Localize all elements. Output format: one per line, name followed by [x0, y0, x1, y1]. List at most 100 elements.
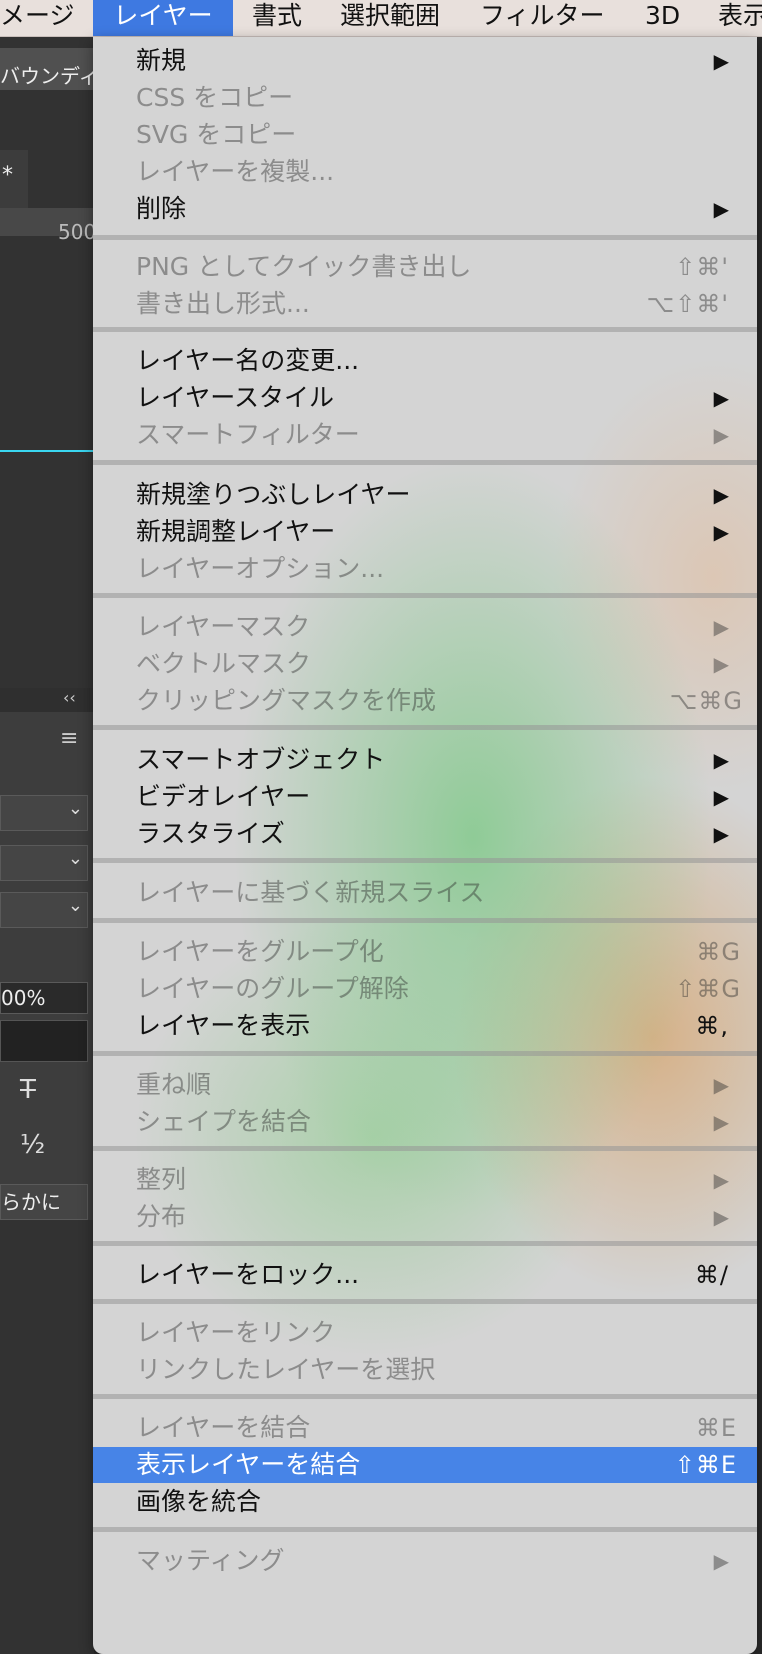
- menu-item-arrange: 重ね順 ▶: [93, 1067, 757, 1103]
- menu-item-label: レイヤーオプション...: [136, 554, 385, 583]
- menu-separator: [93, 593, 757, 598]
- menu-item-group-layers: レイヤーをグループ化 ⌘G: [93, 934, 757, 970]
- menu-item-shortcut: ⌥⌘G: [669, 687, 743, 715]
- menu-separator: [93, 460, 757, 465]
- menu-item-label: 整列: [136, 1165, 187, 1194]
- submenu-arrow-icon: ▶: [713, 520, 729, 544]
- menu-item-label: クリッピングマスクを作成: [136, 686, 437, 715]
- menu-item-label: レイヤーをグループ化: [136, 937, 384, 966]
- menubar-item-filter[interactable]: フィルター: [480, 0, 605, 36]
- menu-item-label: ラスタライズ: [136, 819, 285, 848]
- properties-panel: [0, 688, 94, 1220]
- submenu-arrow-icon: ▶: [713, 822, 729, 846]
- submenu-arrow-icon: ▶: [713, 785, 729, 809]
- menubar-item-type[interactable]: 書式: [252, 0, 302, 36]
- menu-item-layer-style[interactable]: レイヤースタイル ▶: [93, 380, 757, 416]
- menu-item-rename-layer[interactable]: レイヤー名の変更...: [93, 343, 757, 379]
- menu-item-label: レイヤー名の変更...: [136, 346, 360, 375]
- menu-item-label: 新規塗りつぶしレイヤー: [136, 480, 411, 509]
- ruler-value: 500: [58, 220, 97, 244]
- menu-item-label: 画像を統合: [136, 1487, 262, 1516]
- font-size-select[interactable]: ⌄: [0, 892, 88, 928]
- menu-item-label: レイヤーを結合: [136, 1413, 311, 1442]
- submenu-arrow-icon: ▶: [713, 1073, 729, 1097]
- menu-item-new-layer-based-slice: レイヤーに基づく新規スライス: [93, 875, 757, 911]
- chevron-down-icon: ⌄: [67, 848, 83, 869]
- menu-item-rasterize[interactable]: ラスタライズ ▶: [93, 816, 757, 852]
- menu-item-merge-visible[interactable]: 表示レイヤーを結合 ⇧⌘E: [93, 1447, 757, 1483]
- menubar-item-image[interactable]: メージ: [0, 0, 75, 36]
- font-style-select[interactable]: ⌄: [0, 845, 88, 881]
- collapse-icon[interactable]: ‹‹: [63, 688, 76, 707]
- menu-item-label: レイヤーマスク: [136, 612, 311, 641]
- menubar-item-3d[interactable]: 3D: [645, 0, 680, 36]
- menu-item-new-adjustment-layer[interactable]: 新規調整レイヤー ▶: [93, 514, 757, 550]
- menu-separator: [93, 235, 757, 240]
- menu-item-label: レイヤーを複製...: [136, 157, 335, 186]
- menu-item-lock-layers[interactable]: レイヤーをロック... ⌘/: [93, 1257, 757, 1293]
- opacity-field[interactable]: 00%: [0, 982, 88, 1014]
- menu-separator: [93, 1146, 757, 1151]
- menubar-item-view[interactable]: 表示: [718, 0, 762, 36]
- document-tab-modified-mark: *: [2, 163, 13, 188]
- menu-item-new-fill-layer[interactable]: 新規塗りつぶしレイヤー ▶: [93, 477, 757, 513]
- menu-item-flatten-image[interactable]: 画像を統合: [93, 1484, 757, 1520]
- menu-item-duplicate-layer: レイヤーを複製...: [93, 154, 757, 190]
- menu-item-show-layers[interactable]: レイヤーを表示 ⌘,: [93, 1008, 757, 1044]
- menu-item-label: レイヤースタイル: [136, 383, 335, 412]
- fraction-icon[interactable]: ½: [20, 1130, 45, 1160]
- menubar-item-layer[interactable]: レイヤー: [93, 0, 233, 36]
- panel-header: [0, 688, 94, 712]
- font-family-select[interactable]: ⌄: [0, 795, 88, 831]
- menu-item-shortcut: ⌥⇧⌘': [646, 290, 729, 318]
- menu-item-label: レイヤーに基づく新規スライス: [136, 878, 485, 907]
- menu-separator: [93, 1241, 757, 1246]
- color-swatch[interactable]: [0, 1020, 88, 1062]
- menu-item-copy-css: CSS をコピー: [93, 80, 757, 116]
- strikethrough-icon[interactable]: T: [20, 1075, 36, 1105]
- menu-item-label: レイヤーのグループ解除: [136, 974, 409, 1003]
- menu-item-matting: マッティング ▶: [93, 1543, 757, 1579]
- submenu-arrow-icon: ▶: [713, 1110, 729, 1134]
- menu-item-align: 整列 ▶: [93, 1162, 757, 1198]
- submenu-arrow-icon: ▶: [713, 197, 729, 221]
- menu-separator: [93, 918, 757, 923]
- menu-item-shortcut: ⇧⌘': [675, 253, 729, 281]
- menu-item-label: シェイプを結合: [136, 1107, 312, 1136]
- panel-menu-icon[interactable]: ≡: [60, 726, 78, 751]
- menu-separator: [93, 1051, 757, 1056]
- menu-separator: [93, 858, 757, 863]
- menu-item-shortcut: ⇧⌘E: [674, 1451, 737, 1479]
- menu-item-shortcut: ⌘/: [694, 1261, 729, 1289]
- menu-item-merge-layers: レイヤーを結合 ⌘E: [93, 1410, 757, 1446]
- menu-item-label: スマートフィルター: [136, 420, 360, 449]
- menu-item-export-as: 書き出し形式... ⌥⇧⌘': [93, 286, 757, 322]
- menu-item-label: リンクしたレイヤーを選択: [136, 1355, 436, 1384]
- submenu-arrow-icon: ▶: [713, 652, 729, 676]
- menu-item-label: レイヤーをリンク: [136, 1318, 336, 1347]
- chevron-down-icon: ⌄: [67, 798, 83, 819]
- menu-item-label: CSS をコピー: [136, 83, 294, 112]
- menu-item-delete[interactable]: 削除 ▶: [93, 191, 757, 227]
- submenu-arrow-icon: ▶: [713, 1168, 729, 1192]
- menu-item-label: 重ね順: [136, 1070, 212, 1099]
- menu-item-ungroup-layers: レイヤーのグループ解除 ⇧⌘G: [93, 971, 757, 1007]
- menubar-item-select[interactable]: 選択範囲: [340, 0, 440, 36]
- menu-item-copy-svg: SVG をコピー: [93, 117, 757, 153]
- menu-item-label: マッティング: [136, 1546, 285, 1575]
- menu-item-smart-filter: スマートフィルター ▶: [93, 417, 757, 453]
- menu-item-layer-content-options: レイヤーオプション...: [93, 551, 757, 587]
- layer-menu-dropdown: 新規 ▶ CSS をコピー SVG をコピー レイヤーを複製... 削除 ▶ P…: [93, 37, 757, 1654]
- guide-line: [0, 450, 94, 452]
- menu-item-new[interactable]: 新規 ▶: [93, 43, 757, 79]
- submenu-arrow-icon: ▶: [713, 615, 729, 639]
- menu-item-quick-export-png: PNG としてクイック書き出し ⇧⌘': [93, 249, 757, 285]
- menu-item-label: SVG をコピー: [136, 120, 297, 149]
- submenu-arrow-icon: ▶: [713, 386, 729, 410]
- menu-item-label: PNG としてクイック書き出し: [136, 252, 472, 281]
- menu-item-create-clipping-mask: クリッピングマスクを作成 ⌥⌘G: [93, 683, 757, 719]
- menu-item-layer-mask: レイヤーマスク ▶: [93, 609, 757, 645]
- menu-item-smart-object[interactable]: スマートオブジェクト ▶: [93, 742, 757, 778]
- antialias-select[interactable]: らかに: [0, 1184, 88, 1220]
- menu-item-video-layer[interactable]: ビデオレイヤー ▶: [93, 779, 757, 815]
